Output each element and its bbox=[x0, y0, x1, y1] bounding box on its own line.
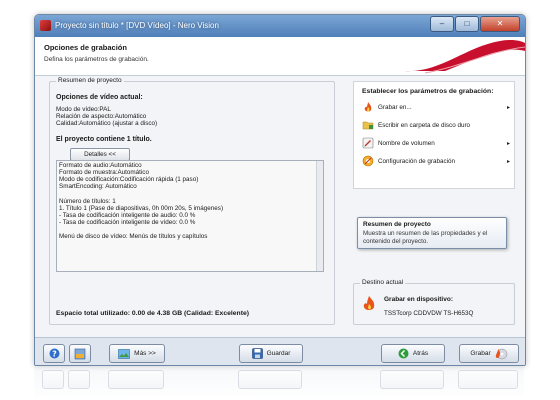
volume-name-label: Nombre de volumen bbox=[378, 139, 435, 147]
project-options-button[interactable] bbox=[69, 344, 91, 363]
project-contains-text: El proyecto contiene 1 título. bbox=[56, 136, 152, 143]
reflection-save-button bbox=[238, 370, 302, 389]
details-line: Menú de disco de vídeo: Menús de títulos… bbox=[59, 233, 208, 240]
back-button[interactable]: Atrás bbox=[381, 344, 445, 363]
submenu-arrow-icon: ▸ bbox=[506, 104, 510, 111]
project-options-icon bbox=[74, 348, 86, 359]
burn-button[interactable]: Grabar bbox=[459, 344, 519, 363]
details-line: - Tasa de codificación inteligente de au… bbox=[59, 212, 196, 219]
reflection-options-button bbox=[68, 370, 90, 389]
page-subtitle: Defina los parámetros de grabación. bbox=[44, 56, 149, 63]
summary-tooltip: Resumen de proyecto Muestra un resumen d… bbox=[357, 217, 507, 249]
destination-device: TSSTcorp CDDVDW TS-H653Q bbox=[384, 310, 474, 317]
submenu-arrow-icon: ▸ bbox=[506, 140, 510, 147]
help-icon: ? bbox=[49, 348, 59, 359]
volume-name-item[interactable]: Nombre de volumen ▸ bbox=[362, 136, 510, 150]
details-line: SmartEncoding: Automático bbox=[59, 183, 137, 190]
save-button[interactable]: Guardar bbox=[239, 344, 303, 363]
folder-icon bbox=[362, 121, 374, 130]
burn-params-panel: Establecer los parámetros de grabación: … bbox=[353, 81, 515, 189]
details-line: 1. Título 1 (Pase de diapositivas, 0h 00… bbox=[59, 205, 224, 212]
more-button-label: Más >> bbox=[134, 350, 156, 357]
params-title: Establecer los parámetros de grabación: bbox=[362, 88, 494, 95]
more-button[interactable]: Más >> bbox=[109, 344, 165, 363]
save-button-label: Guardar bbox=[266, 350, 291, 357]
details-line: Formato de audio:Automático bbox=[59, 162, 142, 169]
burn-device-icon bbox=[363, 296, 375, 310]
reflection-more-button bbox=[108, 370, 164, 389]
burn-button-label: Grabar bbox=[470, 350, 491, 357]
video-options-title: Opciones de vídeo actual: bbox=[56, 94, 143, 101]
bottom-toolbar: ? Más >> Guardar Atrás Grabar bbox=[35, 337, 525, 365]
details-scrollbar[interactable] bbox=[316, 161, 323, 271]
submenu-arrow-icon: ▸ bbox=[506, 158, 510, 165]
svg-text:?: ? bbox=[52, 349, 57, 358]
minimize-button[interactable]: – bbox=[430, 16, 454, 32]
write-folder-item[interactable]: Escribir en carpeta de disco duro bbox=[362, 118, 510, 132]
details-line: - Tasa de codificación inteligente de ví… bbox=[59, 219, 196, 226]
header-divider bbox=[35, 75, 525, 76]
reflection-help-button bbox=[42, 370, 64, 389]
save-disk-icon bbox=[251, 348, 263, 359]
settings-icon bbox=[362, 155, 374, 167]
total-space-text: Espacio total utilizado: 0.00 de 4.38 GB… bbox=[56, 310, 250, 317]
details-text-area[interactable]: Formato de audio:Automático Formato de m… bbox=[56, 160, 324, 272]
back-button-label: Atrás bbox=[412, 350, 429, 357]
details-line: Modo de codificación:Codificación rápida… bbox=[59, 176, 199, 183]
tooltip-text: Muestra un resumen de las propiedades y … bbox=[363, 230, 488, 245]
burn-disc-icon bbox=[495, 348, 507, 359]
window-controls: – □ ✕ bbox=[430, 16, 520, 32]
main-window: Proyecto sin título * [DVD Vídeo] - Nero… bbox=[34, 14, 526, 366]
maximize-button[interactable]: □ bbox=[455, 16, 479, 32]
summary-legend: Resumen de proyecto bbox=[56, 77, 124, 84]
nero-app-icon bbox=[40, 20, 51, 31]
nero-swoosh-logo bbox=[405, 39, 525, 74]
reflection-back-button bbox=[380, 370, 444, 389]
quality-line: Calidad:Automático (ajustar a disco) bbox=[56, 120, 158, 127]
details-line: Formato de muestra:Automático bbox=[59, 169, 149, 176]
title-bar[interactable]: Proyecto sin título * [DVD Vídeo] - Nero… bbox=[35, 15, 525, 37]
burn-settings-item[interactable]: Configuración de grabación ▸ bbox=[362, 154, 510, 168]
project-summary-group: Resumen de proyecto Opciones de vídeo ac… bbox=[49, 77, 335, 325]
burn-settings-label: Configuración de grabación bbox=[378, 157, 456, 165]
toolbar-reflection bbox=[34, 366, 524, 400]
burn-flame-icon bbox=[364, 102, 372, 112]
current-destination-group: Destino actual Grabar en dispositivo: TS… bbox=[353, 279, 515, 325]
destination-legend: Destino actual bbox=[360, 279, 406, 286]
window-title: Proyecto sin título * [DVD Vídeo] - Nero… bbox=[55, 21, 219, 30]
destination-label: Grabar en dispositivo: bbox=[384, 296, 453, 303]
close-button[interactable]: ✕ bbox=[480, 16, 520, 32]
back-arrow-icon bbox=[398, 348, 409, 359]
details-line: Número de títulos: 1 bbox=[59, 198, 116, 205]
burn-to-item[interactable]: Grabar en... ▸ bbox=[362, 100, 510, 114]
burn-to-label: Grabar en... bbox=[378, 103, 412, 111]
reflection-burn-button bbox=[458, 370, 518, 389]
more-options-icon bbox=[118, 348, 130, 359]
tooltip-title: Resumen de proyecto bbox=[363, 221, 431, 228]
page-title: Opciones de grabación bbox=[44, 43, 127, 52]
page-header: Opciones de grabación Defina los parámet… bbox=[35, 37, 525, 75]
volume-name-icon bbox=[362, 137, 374, 149]
help-button[interactable]: ? bbox=[43, 344, 65, 363]
write-folder-label: Escribir en carpeta de disco duro bbox=[378, 121, 471, 129]
